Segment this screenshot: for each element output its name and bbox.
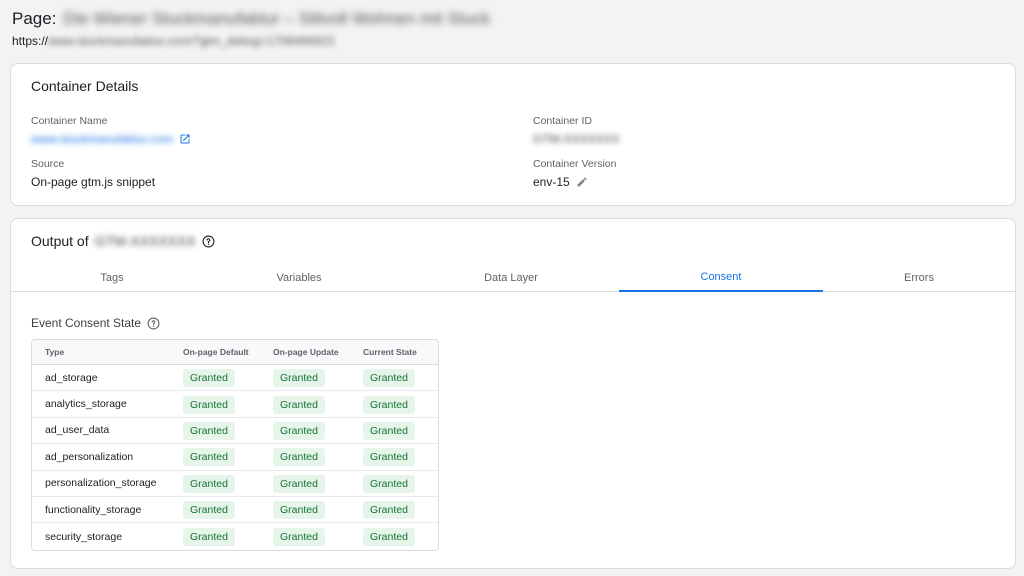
- container-name-value[interactable]: www.stuckmanufaktur.com: [31, 132, 191, 146]
- container-id-label: Container ID: [533, 115, 592, 127]
- tab-tags[interactable]: Tags: [21, 263, 203, 292]
- status-badge: Granted: [363, 395, 415, 414]
- source-value: On-page gtm.js snippet: [31, 175, 156, 189]
- pencil-icon[interactable]: [576, 176, 588, 188]
- status-badge: Granted: [363, 528, 415, 547]
- page-title-prefix: Page:: [12, 9, 57, 28]
- container-details-card: Container Details Container Name www.stu…: [10, 63, 1016, 206]
- table-row: ad_personalization Granted Granted Grant…: [32, 444, 438, 471]
- open-in-new-icon[interactable]: [179, 133, 191, 145]
- output-title-prefix: Output of: [31, 233, 89, 249]
- status-badge: Granted: [363, 421, 415, 440]
- output-tabs: Tags Variables Data Layer Consent Errors: [11, 263, 1015, 292]
- status-badge: Granted: [273, 448, 325, 467]
- page-url: https://www.stuckmanufaktur.com/?gtm_deb…: [12, 33, 912, 49]
- status-badge: Granted: [183, 474, 235, 493]
- status-badge: Granted: [273, 474, 325, 493]
- tab-data-layer[interactable]: Data Layer: [415, 263, 607, 292]
- tab-errors[interactable]: Errors: [823, 263, 1015, 292]
- output-title-blurred: GTM-XXXXXXX: [94, 233, 196, 249]
- status-badge: Granted: [363, 369, 415, 388]
- page-title-blurred: Die Wiener Stuckmanufaktur – Stilvoll Wo…: [63, 9, 490, 28]
- tab-consent[interactable]: Consent: [619, 263, 823, 292]
- consent-type: ad_user_data: [45, 424, 110, 437]
- container-id-value: GTM-XXXXXXX: [533, 132, 620, 146]
- output-card: Output of GTM-XXXXXXX Tags Variables Dat…: [10, 218, 1016, 569]
- help-circle-icon[interactable]: [202, 235, 215, 248]
- consent-type: ad_storage: [45, 371, 98, 384]
- status-badge: Granted: [273, 528, 325, 547]
- consent-table-header: Type On-page Default On-page Update Curr…: [32, 340, 438, 365]
- container-name-link[interactable]: www.stuckmanufaktur.com: [31, 132, 173, 146]
- column-header-current: Current State: [363, 347, 417, 357]
- status-badge: Granted: [273, 501, 325, 520]
- column-header-update: On-page Update: [273, 347, 339, 357]
- source-label: Source: [31, 158, 65, 170]
- consent-table: Type On-page Default On-page Update Curr…: [31, 339, 439, 551]
- page-url-prefix: https://: [12, 34, 49, 48]
- page-title: Page: Die Wiener Stuckmanufaktur – Stilv…: [12, 8, 912, 30]
- consent-type: personalization_storage: [45, 477, 157, 490]
- consent-type: security_storage: [45, 530, 123, 543]
- help-circle-icon[interactable]: [147, 317, 160, 330]
- consent-type: analytics_storage: [45, 398, 127, 411]
- container-version-value: env-15: [533, 175, 588, 189]
- tab-variables[interactable]: Variables: [203, 263, 395, 292]
- status-badge: Granted: [363, 474, 415, 493]
- table-row: personalization_storage Granted Granted …: [32, 471, 438, 497]
- status-badge: Granted: [273, 395, 325, 414]
- status-badge: Granted: [363, 501, 415, 520]
- output-title: Output of GTM-XXXXXXX: [31, 233, 215, 249]
- container-id-blurred: GTM-XXXXXXX: [533, 132, 620, 146]
- status-badge: Granted: [183, 528, 235, 547]
- table-row: security_storage Granted Granted Granted: [32, 523, 438, 549]
- event-consent-state-title: Event Consent State: [31, 316, 160, 330]
- consent-type: functionality_storage: [45, 503, 142, 516]
- table-row: functionality_storage Granted Granted Gr…: [32, 497, 438, 524]
- status-badge: Granted: [183, 448, 235, 467]
- status-badge: Granted: [183, 395, 235, 414]
- table-row: ad_user_data Granted Granted Granted: [32, 418, 438, 445]
- consent-type: ad_personalization: [45, 450, 134, 463]
- event-consent-state-label: Event Consent State: [31, 316, 142, 330]
- status-badge: Granted: [363, 448, 415, 467]
- status-badge: Granted: [183, 369, 235, 388]
- table-row: ad_storage Granted Granted Granted: [32, 365, 438, 392]
- column-header-default: On-page Default: [183, 347, 249, 357]
- container-details-title: Container Details: [31, 78, 139, 94]
- status-badge: Granted: [183, 501, 235, 520]
- status-badge: Granted: [183, 421, 235, 440]
- page-header: Page: Die Wiener Stuckmanufaktur – Stilv…: [12, 8, 912, 49]
- container-name-label: Container Name: [31, 115, 108, 127]
- container-version-text: env-15: [533, 175, 570, 189]
- container-version-label: Container Version: [533, 158, 617, 170]
- status-badge: Granted: [273, 421, 325, 440]
- status-badge: Granted: [273, 369, 325, 388]
- page-url-blurred: www.stuckmanufaktur.com/?gtm_debug=17084…: [48, 34, 334, 48]
- column-header-type: Type: [45, 347, 65, 357]
- table-row: analytics_storage Granted Granted Grante…: [32, 391, 438, 418]
